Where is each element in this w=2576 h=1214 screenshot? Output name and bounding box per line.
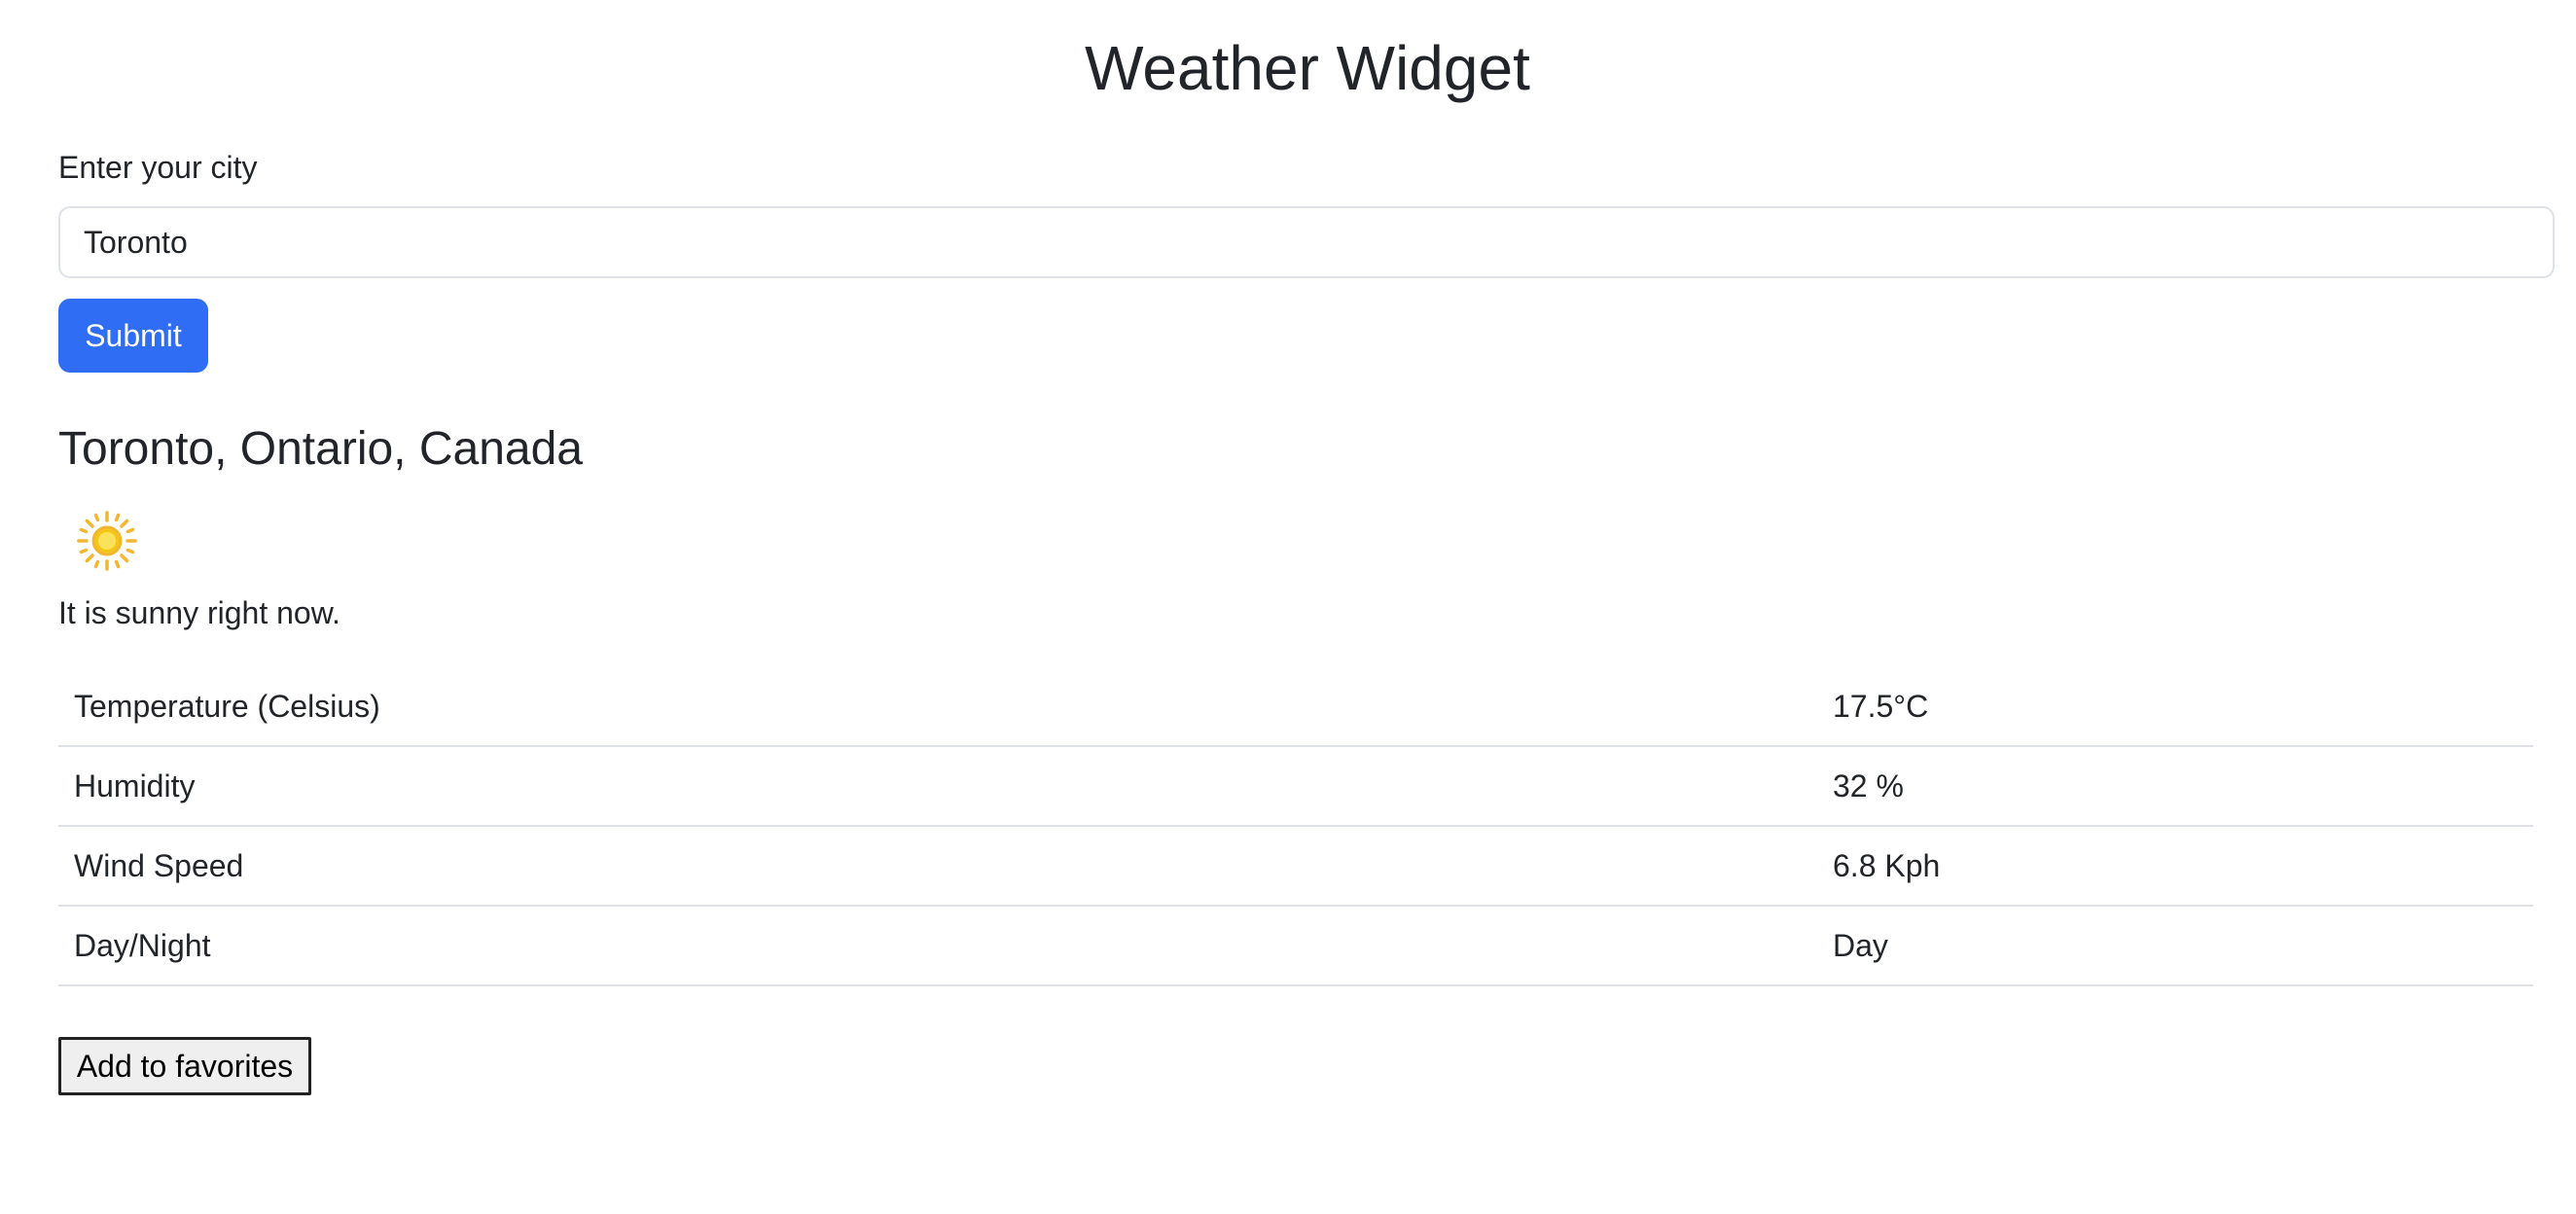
page-title: Weather Widget: [1085, 33, 1530, 103]
table-row: Wind Speed 6.8 Kph: [58, 826, 2533, 907]
city-label: Enter your city: [58, 150, 258, 185]
stat-value: 6.8 Kph: [1817, 826, 2533, 907]
condition-text: It is sunny right now.: [58, 595, 340, 630]
weather-stats-table: Temperature (Celsius) 17.5°C Humidity 32…: [58, 667, 2533, 986]
stat-label: Temperature (Celsius): [58, 667, 1817, 747]
city-input[interactable]: [58, 206, 2555, 278]
table-row: Humidity 32 %: [58, 746, 2533, 827]
submit-button[interactable]: Submit: [58, 299, 208, 373]
location-heading: Toronto, Ontario, Canada: [58, 423, 583, 475]
stat-label: Wind Speed: [58, 826, 1817, 907]
stat-label: Day/Night: [58, 906, 1817, 986]
table-row: Temperature (Celsius) 17.5°C: [58, 667, 2533, 747]
stat-value: 17.5°C: [1817, 667, 2533, 747]
stat-value: 32 %: [1817, 746, 2533, 827]
stat-label: Humidity: [58, 746, 1817, 827]
stat-value: Day: [1817, 906, 2533, 986]
sun-icon: [76, 510, 138, 572]
weather-widget-page: Weather Widget Enter your city Submit To…: [0, 0, 2576, 1214]
add-to-favorites-button[interactable]: Add to favorites: [58, 1037, 311, 1095]
table-row: Day/Night Day: [58, 906, 2533, 986]
